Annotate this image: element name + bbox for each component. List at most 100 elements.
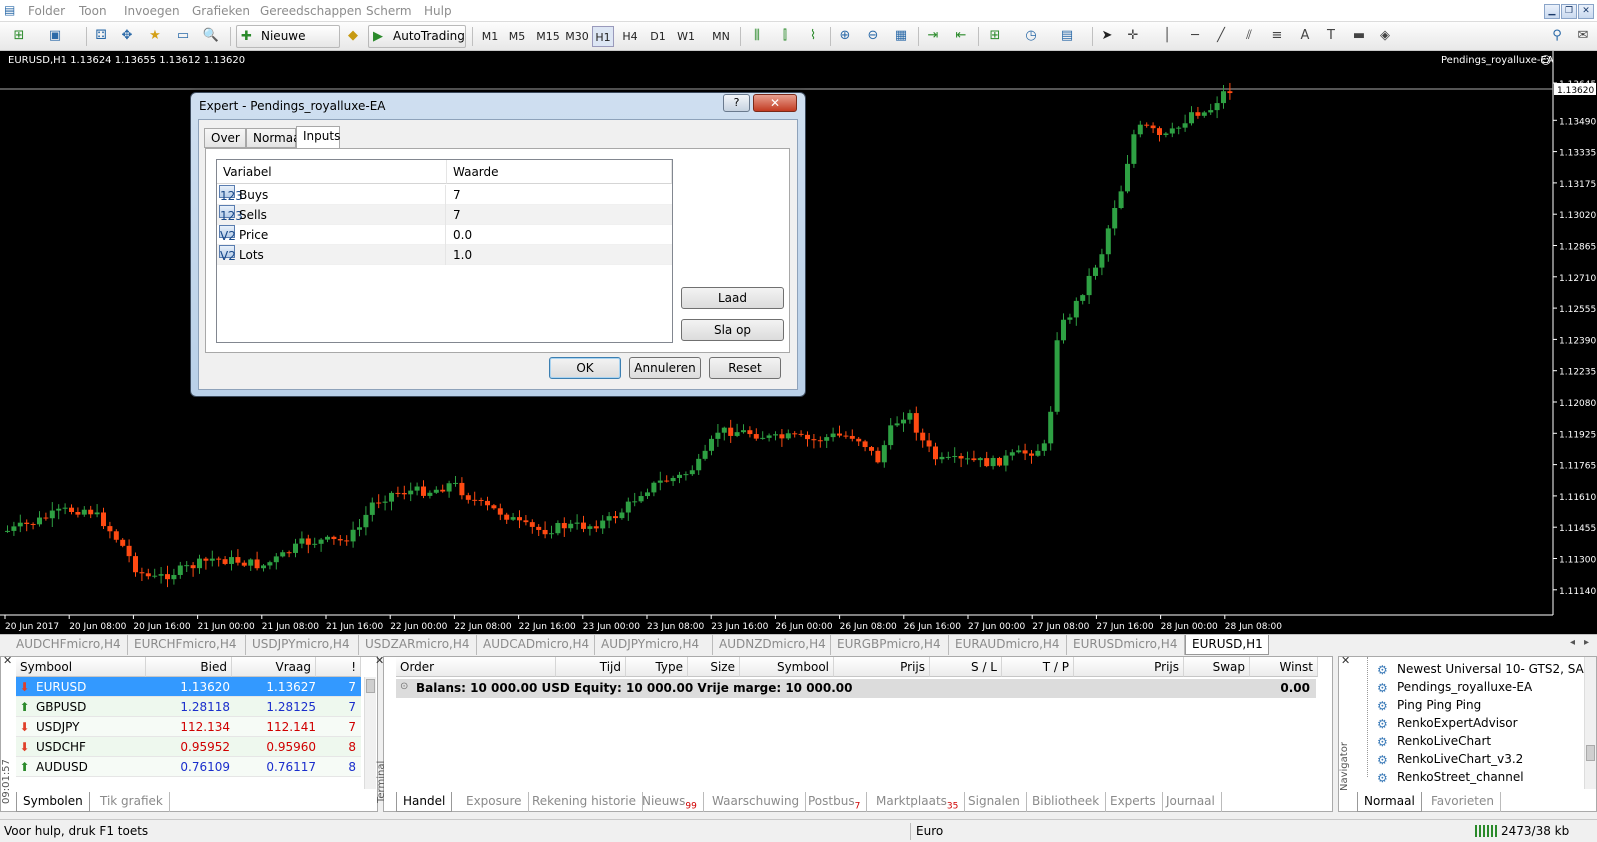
menu-invoegen[interactable]: Invoegen [124,4,180,18]
zoom-out-icon[interactable]: ⊖ [864,27,882,45]
mw-scrollbar[interactable] [364,677,376,789]
crosshair-icon[interactable]: ✛ [1124,27,1142,45]
tile-windows-icon[interactable]: ▦ [892,27,910,45]
mw-header-spread[interactable]: ! [316,657,361,677]
metaeditor-icon[interactable]: ◆ [344,27,362,45]
tf-m5[interactable]: M5 [507,26,527,47]
chart-tab[interactable]: AUDJPYmicro,H4 [595,635,713,655]
trendline-icon[interactable]: ╱ [1212,27,1230,45]
dialog-close-button[interactable]: ✕ [753,94,797,112]
terminal-tab[interactable]: Experts [1104,792,1163,812]
load-button[interactable]: Laad [681,287,784,309]
new-chart-icon[interactable]: ⊞ [10,27,28,45]
tf-mn[interactable]: MN [710,26,732,47]
navigator-scrollbar[interactable] [1584,657,1596,789]
tester-icon[interactable]: 🔍 [202,27,220,45]
market-watch-row[interactable]: ⬇ EURUSD 1.13620 1.13627 7 [16,677,361,697]
arrows-icon[interactable]: ▬ [1350,27,1368,45]
chart-shift-icon[interactable]: ⇥ [924,27,942,45]
navigator-tab[interactable]: Favorieten [1425,792,1501,812]
horizontal-line-icon[interactable]: ─ [1186,27,1204,45]
navigator-icon[interactable]: ★ [146,27,164,45]
data-window-icon[interactable]: ✥ [118,27,136,45]
terminal-header[interactable]: Type [626,657,688,677]
navigator-item[interactable]: RenkoLiveChart_v3.2 [1397,750,1523,768]
close-terminal-icon[interactable]: ✕ [375,654,384,667]
terminal-header[interactable]: Tijd [556,657,626,677]
terminal-icon[interactable]: ▭ [174,27,192,45]
new-order-button[interactable]: ✚Nieuwe Order [236,25,340,64]
terminal-tab[interactable]: Handel [396,792,453,812]
tab-over[interactable]: Over [204,128,246,148]
chart-tab[interactable]: AUDCHFmicro,H4 [10,635,128,655]
tf-m1[interactable]: M1 [480,26,500,47]
grid-header-value[interactable]: Waarde [447,160,672,184]
terminal-tab[interactable]: Postbus7 [802,792,868,812]
tab-normaal[interactable]: Normaal [246,128,304,148]
menu-gereedschappen[interactable]: Gereedschappen [260,4,362,18]
input-row[interactable]: V2 Lots 1.0 [217,245,672,265]
input-row[interactable]: 123 Sells 7 [217,205,672,225]
candlestick-icon[interactable]: ⫿ [776,27,794,45]
terminal-tab[interactable]: Nieuws99 [636,792,704,812]
terminal-header[interactable]: Size [688,657,740,677]
menu-scherm[interactable]: Scherm [366,4,412,18]
bar-chart-icon[interactable]: ⫼ [748,27,766,45]
tf-h4[interactable]: H4 [620,26,640,47]
market-watch-row[interactable]: ⬇ USDCHF 0.95952 0.95960 8 [16,737,361,757]
chart-tab[interactable]: EURCHFmicro,H4 [128,635,246,655]
navigator-item[interactable]: Pendings_royalluxe-EA [1397,678,1532,696]
close-navigator-icon[interactable]: ✕ [1341,654,1350,667]
mw-header-ask[interactable]: Vraag [232,657,316,677]
market-watch-row[interactable]: ⬆ GBPUSD 1.28118 1.28125 7 [16,697,361,717]
vertical-line-icon[interactable]: │ [1158,27,1176,45]
menu-toon[interactable]: Toon [79,4,107,18]
tf-w1[interactable]: W1 [676,26,696,47]
tabs-scroll-left-icon[interactable]: ◂ [1570,637,1575,648]
terminal-header[interactable]: Symbool [740,657,834,677]
tabs-scroll-right-icon[interactable]: ▸ [1584,637,1589,648]
navigator-item[interactable]: Newest Universal 10- GTS2, SA [1397,660,1584,678]
terminal-header[interactable]: T / P [1002,657,1074,677]
terminal-header[interactable]: Prijs [1074,657,1184,677]
line-chart-icon[interactable]: ⌇ [804,27,822,45]
terminal-header[interactable]: Winst [1250,657,1318,677]
navigator-item[interactable]: Ping Ping Ping [1397,696,1481,714]
equidistant-channel-icon[interactable]: ⫽ [1240,27,1258,45]
grid-header-variable[interactable]: Variabel [217,160,447,184]
save-button[interactable]: Sla op [681,319,784,341]
market-watch-icon[interactable]: ⚃ [92,27,110,45]
mw-header-symbol[interactable]: Symbool [16,657,146,677]
terminal-tab[interactable]: Signalen [962,792,1027,812]
balance-row[interactable]: ⊙ Balans: 10 000.00 USD Equity: 10 000.0… [396,679,1316,698]
text-label-icon[interactable]: T [1322,27,1340,45]
terminal-tab[interactable]: Waarschuwing [706,792,807,812]
terminal-header[interactable]: Swap [1184,657,1250,677]
zoom-in-icon[interactable]: ⊕ [836,27,854,45]
reset-button[interactable]: Reset [709,357,781,379]
chart-tab[interactable]: EURAUDmicro,H4 [949,635,1067,655]
input-value[interactable]: 7 [453,205,461,225]
close-market-watch-icon[interactable]: ✕ [3,654,12,667]
mw-header-bid[interactable]: Bied [146,657,232,677]
navigator-item[interactable]: RenkoLiveChart [1397,732,1491,750]
mw-tab[interactable]: Symbolen [16,792,90,812]
terminal-header[interactable]: Order [396,657,556,677]
chart-tab[interactable]: AUDNZDmicro,H4 [713,635,831,655]
dialog-help-button[interactable]: ? [723,94,750,112]
input-value[interactable]: 0.0 [453,225,472,245]
navigator-item[interactable]: RenkoExpertAdvisor [1397,714,1518,732]
terminal-tab[interactable]: Bibliotheek [1026,792,1107,812]
market-watch-row[interactable]: ⬇ USDJPY 112.134 112.141 7 [16,717,361,737]
input-row[interactable]: 123 Buys 7 [217,185,672,205]
templates-icon[interactable]: ▤ [1058,27,1076,45]
autotrading-button[interactable]: ▶ AutoTrading [368,25,466,48]
input-value[interactable]: 7 [453,185,461,205]
shapes-icon[interactable]: ◈ [1376,27,1394,45]
navigator-item[interactable]: RenkoStreet_channel [1397,768,1524,786]
text-icon[interactable]: A [1296,27,1314,45]
indicators-icon[interactable]: ⊞ [986,27,1004,45]
terminal-tab[interactable]: Marktplaats35 [870,792,966,812]
terminal-tab[interactable]: Journaal [1160,792,1222,812]
menu-grafieken[interactable]: Grafieken [192,4,250,18]
